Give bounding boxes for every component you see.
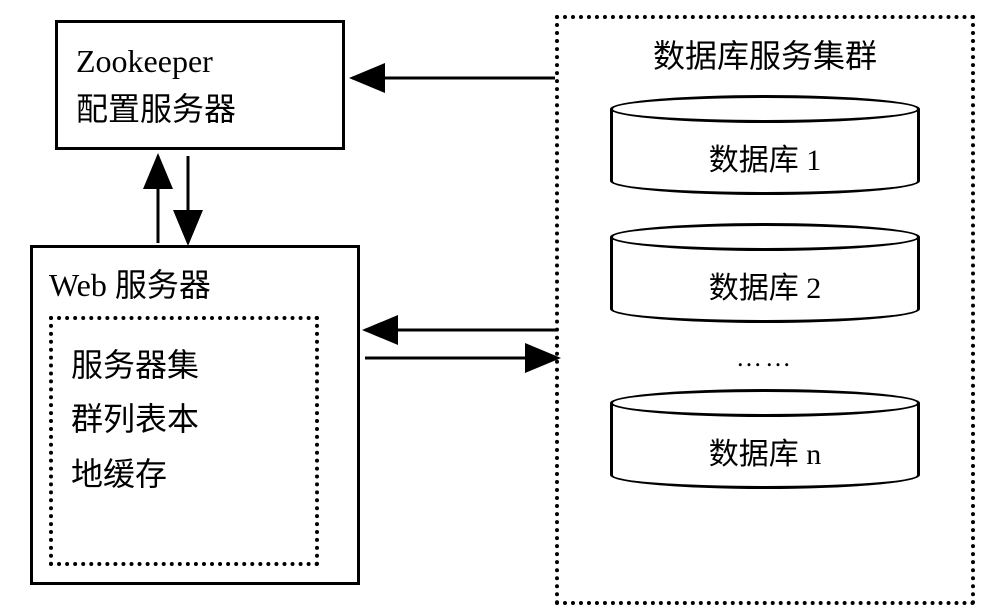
database-1: 数据库 1 [610, 95, 920, 195]
database-1-label: 数据库 1 [610, 135, 920, 179]
database-service-cluster: 数据库服务集群 数据库 1 数据库 2 …… 数据库 n [555, 15, 975, 605]
zookeeper-config-server: Zookeeper 配置服务器 [55, 20, 345, 150]
zookeeper-label-2: 配置服务器 [76, 85, 324, 133]
cylinder-top-icon [610, 95, 920, 123]
ellipsis-label: …… [579, 343, 951, 373]
cylinder-top-icon [610, 223, 920, 251]
architecture-diagram: Zookeeper 配置服务器 Web 服务器 服务器集 群列表本 地缓存 数据… [0, 0, 1000, 616]
server-cluster-list-local-cache: 服务器集 群列表本 地缓存 [49, 316, 319, 566]
database-2-label: 数据库 2 [610, 263, 920, 307]
web-server: Web 服务器 服务器集 群列表本 地缓存 [30, 245, 360, 585]
web-server-title: Web 服务器 [49, 260, 341, 306]
cache-line-3: 地缓存 [71, 447, 297, 501]
database-n-label: 数据库 n [610, 429, 920, 473]
database-2: 数据库 2 [610, 223, 920, 323]
cache-line-1: 服务器集 [71, 338, 297, 392]
cache-line-2: 群列表本 [71, 392, 297, 446]
cylinder-top-icon [610, 389, 920, 417]
cluster-title: 数据库服务集群 [579, 31, 951, 77]
database-n: 数据库 n [610, 389, 920, 489]
zookeeper-label-1: Zookeeper [76, 37, 324, 85]
